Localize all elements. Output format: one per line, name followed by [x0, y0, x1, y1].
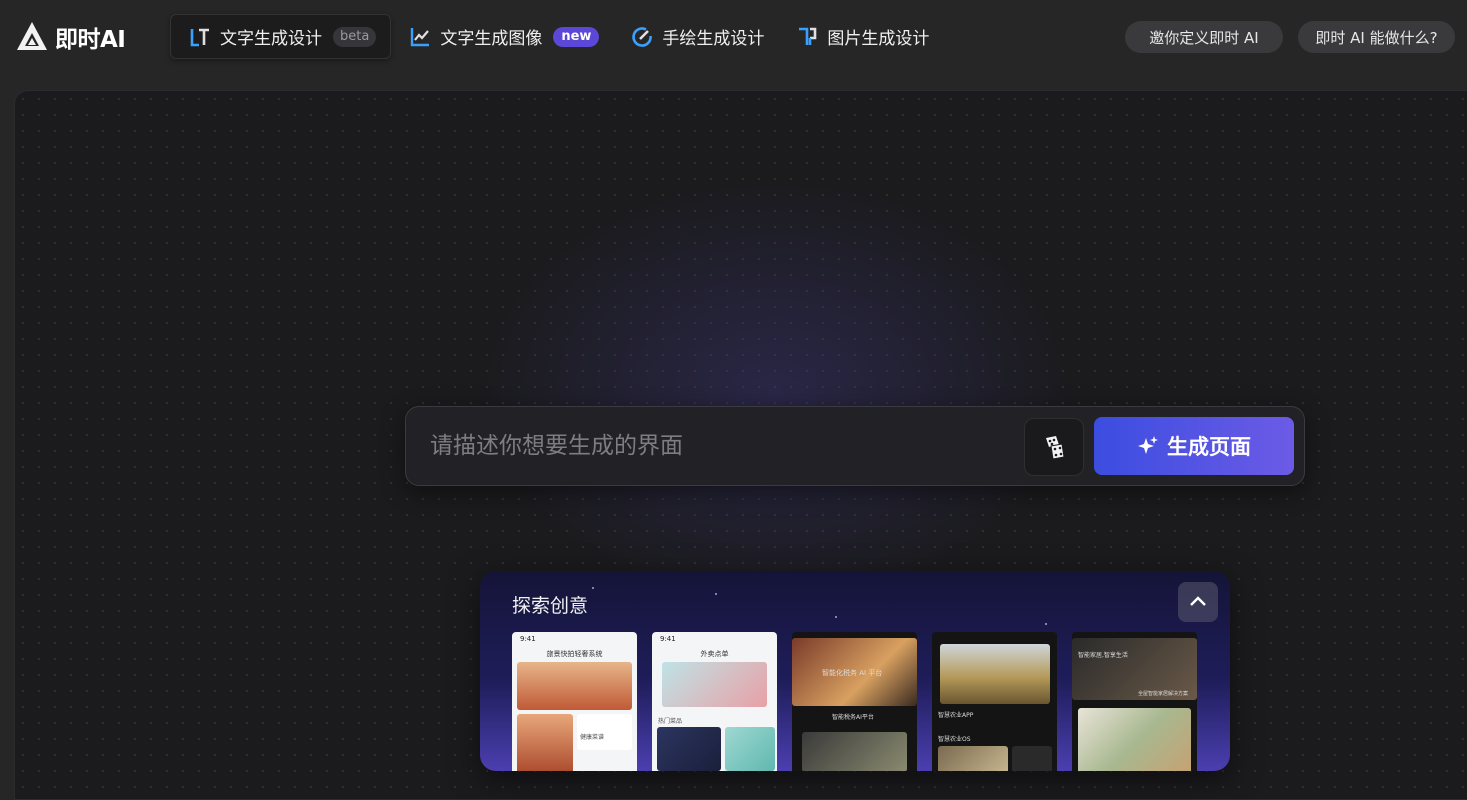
star-dot	[715, 593, 717, 595]
top-bar: 即时AI 文字生成设计 beta 文字生成图像 new 手绘生成设计 图片生成设…	[0, 0, 1467, 76]
prompt-box: 生成页面	[405, 406, 1305, 486]
card-image	[1078, 708, 1191, 771]
card-caption: 智慧农业OS	[938, 736, 971, 743]
card-panel	[1012, 746, 1052, 771]
example-card[interactable]: 智能家居,智享生活 全屋智能家居解决方案	[1072, 632, 1197, 771]
card-image	[802, 732, 907, 771]
new-badge: new	[553, 26, 600, 47]
card-heading: 智慧农业APP	[938, 712, 974, 719]
card-heading: 智能化税务 AI 平台	[822, 669, 883, 677]
status-time: 9:41	[520, 635, 536, 643]
card-caption: 全屋智能家居解决方案	[1138, 691, 1189, 697]
collapse-button[interactable]	[1178, 582, 1218, 622]
card-image	[662, 662, 767, 707]
tab-sketch-to-design[interactable]: 手绘生成设计	[613, 14, 778, 59]
generate-label: 生成页面	[1167, 435, 1251, 459]
card-heading: 外卖点单	[700, 650, 729, 658]
tab-label: 图片生成设计	[827, 29, 930, 49]
star-dot	[835, 616, 837, 618]
invite-button[interactable]: 邀你定义即时 AI	[1125, 21, 1283, 53]
chart-icon	[411, 27, 430, 46]
mode-tabs: 文字生成设计 beta 文字生成图像 new 手绘生成设计 图片生成设计	[170, 14, 943, 59]
star-dot	[1045, 623, 1047, 625]
card-tag: 健康菜谱	[580, 734, 605, 741]
tab-label: 文字生成图像	[440, 29, 543, 49]
logo-icon	[17, 22, 47, 50]
about-button[interactable]: 即时 AI 能做什么?	[1298, 21, 1455, 53]
logo[interactable]: 即时AI	[15, 20, 126, 54]
example-card[interactable]: 智能化税务 AI 平台 智能税务AI平台	[792, 632, 917, 771]
explore-panel: 探索创意 9:41 旅景快拍轻奢系统 健康菜谱 9:41 外卖点单 热门菜品 智…	[480, 571, 1230, 771]
chevron-up-icon	[1190, 596, 1206, 606]
text-design-icon	[190, 28, 209, 46]
card-heading: 智能家居,智享生活	[1078, 652, 1128, 659]
tab-label: 手绘生成设计	[662, 29, 765, 49]
main-canvas: 生成页面 探索创意 9:41 旅景快拍轻奢系统 健康菜谱 9:41 外卖点单	[14, 90, 1467, 800]
dice-icon	[1046, 436, 1065, 460]
card-tag: 热门菜品	[658, 718, 683, 725]
card-heading: 旅景快拍轻奢系统	[546, 650, 603, 658]
card-image	[938, 746, 1008, 771]
sparkle-icon	[1138, 436, 1158, 454]
status-time: 9:41	[660, 635, 676, 643]
example-card[interactable]: 智慧农业APP 智慧农业OS	[932, 632, 1057, 771]
beta-badge: beta	[333, 26, 377, 47]
card-image	[517, 662, 632, 710]
sketch-icon	[632, 26, 653, 47]
card-image	[517, 714, 573, 771]
tab-text-to-design[interactable]: 文字生成设计 beta	[170, 14, 392, 59]
example-card[interactable]: 9:41 旅景快拍轻奢系统 健康菜谱	[512, 632, 637, 771]
image-design-icon	[799, 27, 817, 45]
card-image	[725, 727, 775, 771]
example-card[interactable]: 9:41 外卖点单 热门菜品	[652, 632, 777, 771]
explore-title: 探索创意	[512, 595, 589, 617]
card-caption: 智能税务AI平台	[832, 714, 874, 721]
card-image	[940, 644, 1050, 704]
logo-text: 即时AI	[55, 27, 126, 53]
star-dot	[592, 587, 594, 589]
generate-page-button[interactable]: 生成页面	[1094, 417, 1294, 475]
tab-image-to-design[interactable]: 图片生成设计	[778, 14, 943, 59]
prompt-input[interactable]	[430, 425, 1010, 467]
random-prompt-button[interactable]	[1024, 418, 1084, 476]
tab-label: 文字生成设计	[220, 29, 322, 49]
tab-text-to-image[interactable]: 文字生成图像 new	[391, 14, 613, 59]
card-image	[657, 727, 721, 771]
